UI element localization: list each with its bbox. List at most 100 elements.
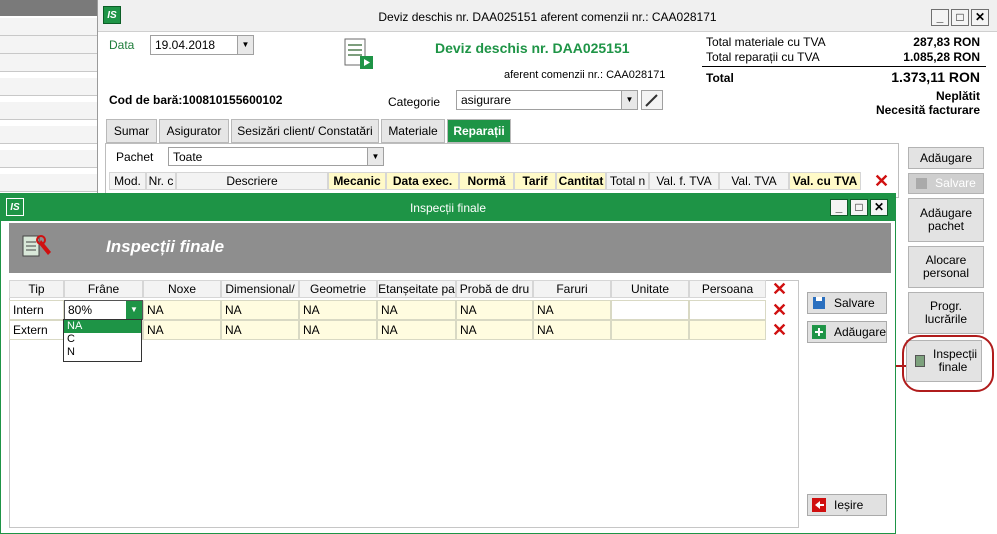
dropdown-option[interactable]: NA [64,320,141,333]
minimize-button[interactable]: _ [830,199,848,216]
add-button[interactable]: Adăugare [908,147,984,169]
save-button[interactable]: Salvare [908,173,984,194]
delete-row-icon[interactable]: ✕ [772,301,787,319]
col-header[interactable]: Val. cu TVA [789,172,861,190]
cell-tip[interactable]: Intern [9,300,64,320]
chevron-down-icon[interactable]: ▼ [621,91,637,109]
col-header[interactable]: Cantitat [556,172,606,190]
total-materials-value: 287,83 RON [913,35,980,49]
col-header[interactable]: Probă de dru [456,280,533,298]
chevron-down-icon[interactable]: ▼ [237,36,253,54]
page-title: Deviz deschis nr. DAA025151 [435,40,630,56]
cell-dimensional[interactable]: NA [221,300,299,320]
col-header[interactable]: Etanșeitate pa [377,280,456,298]
edit-icon[interactable] [641,90,663,110]
tab-reparatii[interactable]: Reparații [447,119,511,143]
dropdown-option[interactable]: C [64,333,141,346]
add-package-button[interactable]: Adăugare pachet [908,198,984,242]
chevron-down-icon[interactable]: ▼ [367,148,383,165]
dialog-exit-label: Ieșire [834,498,864,512]
col-header[interactable]: Persoana [689,280,766,298]
barcode-label: Cod de bară:100810155600102 [109,93,283,107]
close-button[interactable]: ✕ [870,199,888,216]
package-value: Toate [173,150,203,164]
cell-etanseitate[interactable]: NA [377,300,456,320]
category-value: asigurare [461,93,512,107]
dropdown-option[interactable]: N [64,346,141,359]
cell-noxe[interactable]: NA [143,320,221,340]
cell-geometrie[interactable]: NA [299,300,377,320]
close-button[interactable]: ✕ [971,9,989,26]
col-header[interactable]: Tip [9,280,64,298]
delete-row-icon[interactable]: ✕ [772,321,787,339]
exit-icon [812,498,826,512]
col-header[interactable]: Total n [606,172,649,190]
window-titlebar: IS Deviz deschis nr. DAA025151 aferent c… [98,0,997,32]
col-header[interactable]: Data exec. [386,172,459,190]
delete-all-icon[interactable]: ✕ [772,280,787,298]
dialog-save-button[interactable]: Salvare [807,292,887,314]
date-value: 19.04.2018 [155,38,216,52]
tab-materiale[interactable]: Materiale [381,119,445,143]
minimize-button[interactable]: _ [931,9,949,26]
plus-icon [812,325,826,339]
col-header[interactable]: Unitate [611,280,689,298]
cell-noxe[interactable]: NA [143,300,221,320]
totals-panel: Total materiale cu TVA 287,83 RON Total … [702,33,986,121]
col-header[interactable]: Mecanic [328,172,386,190]
cell-unitate[interactable] [611,300,689,320]
tab-sesizari[interactable]: Sesizări client/ Constatări [231,119,379,143]
cell-persoana[interactable] [689,320,766,340]
cell-unitate[interactable] [611,320,689,340]
col-header[interactable]: Frâne [64,280,143,298]
category-select[interactable]: asigurare ▼ [456,90,638,110]
cell-proba[interactable]: NA [456,320,533,340]
dialog-banner: Inspecții finale [9,223,891,273]
tab-sumar[interactable]: Sumar [106,119,157,143]
maximize-button[interactable]: □ [850,199,868,216]
date-picker[interactable]: 19.04.2018 ▼ [150,35,254,55]
dialog-titlebar: IS Inspecții finale _ □ ✕ [1,194,895,221]
cell-faruri[interactable]: NA [533,300,611,320]
dialog-add-button[interactable]: Adăugare [807,321,887,343]
dialog-exit-button[interactable]: Ieșire [807,494,887,516]
col-header[interactable]: Nr. c [146,172,176,190]
total-materials-label: Total materiale cu TVA [706,35,826,49]
cell-etanseitate[interactable]: NA [377,320,456,340]
date-label: Data [109,38,135,52]
cell-proba[interactable]: NA [456,300,533,320]
col-header[interactable]: Tarif [514,172,556,190]
table-row[interactable]: Intern 80% ▼ NA NA NA NA NA NA ✕ [9,300,799,320]
chevron-down-icon[interactable]: ▼ [126,301,142,319]
maximize-button[interactable]: □ [951,9,969,26]
cell-persoana[interactable] [689,300,766,320]
col-header[interactable]: Mod. [109,172,146,190]
tab-asigurator[interactable]: Asigurator [159,119,229,143]
col-header[interactable]: Faruri [533,280,611,298]
background-list-row [0,18,97,36]
col-header[interactable]: Descriere [176,172,328,190]
brakes-value[interactable]: 80% [68,303,92,317]
inspection-tools-icon [21,232,55,262]
brakes-editor[interactable]: 80% ▼ [64,300,143,320]
col-header[interactable]: Dimensional/ [221,280,299,298]
col-header[interactable]: Noxe [143,280,221,298]
background-list-row [0,36,97,54]
cell-dimensional[interactable]: NA [221,320,299,340]
col-header[interactable]: Val. TVA [719,172,789,190]
cell-geometrie[interactable]: NA [299,320,377,340]
brakes-dropdown-list: NA C N [63,319,142,362]
assign-personnel-button[interactable]: Alocare personal [908,246,984,288]
background-list-row [0,174,97,192]
schedule-work-button[interactable]: Progr. lucrările [908,292,984,334]
package-label: Pachet [116,150,154,164]
cell-tip[interactable]: Extern [9,320,64,340]
delete-icon[interactable]: ✕ [874,172,889,190]
dialog-title: Inspecții finale [409,201,487,215]
col-header[interactable]: Normă [459,172,514,190]
col-header[interactable]: Val. f. TVA [649,172,719,190]
cell-faruri[interactable]: NA [533,320,611,340]
background-window-header [0,0,97,16]
col-header[interactable]: Geometrie [299,280,377,298]
package-select[interactable]: Toate ▼ [168,147,384,166]
